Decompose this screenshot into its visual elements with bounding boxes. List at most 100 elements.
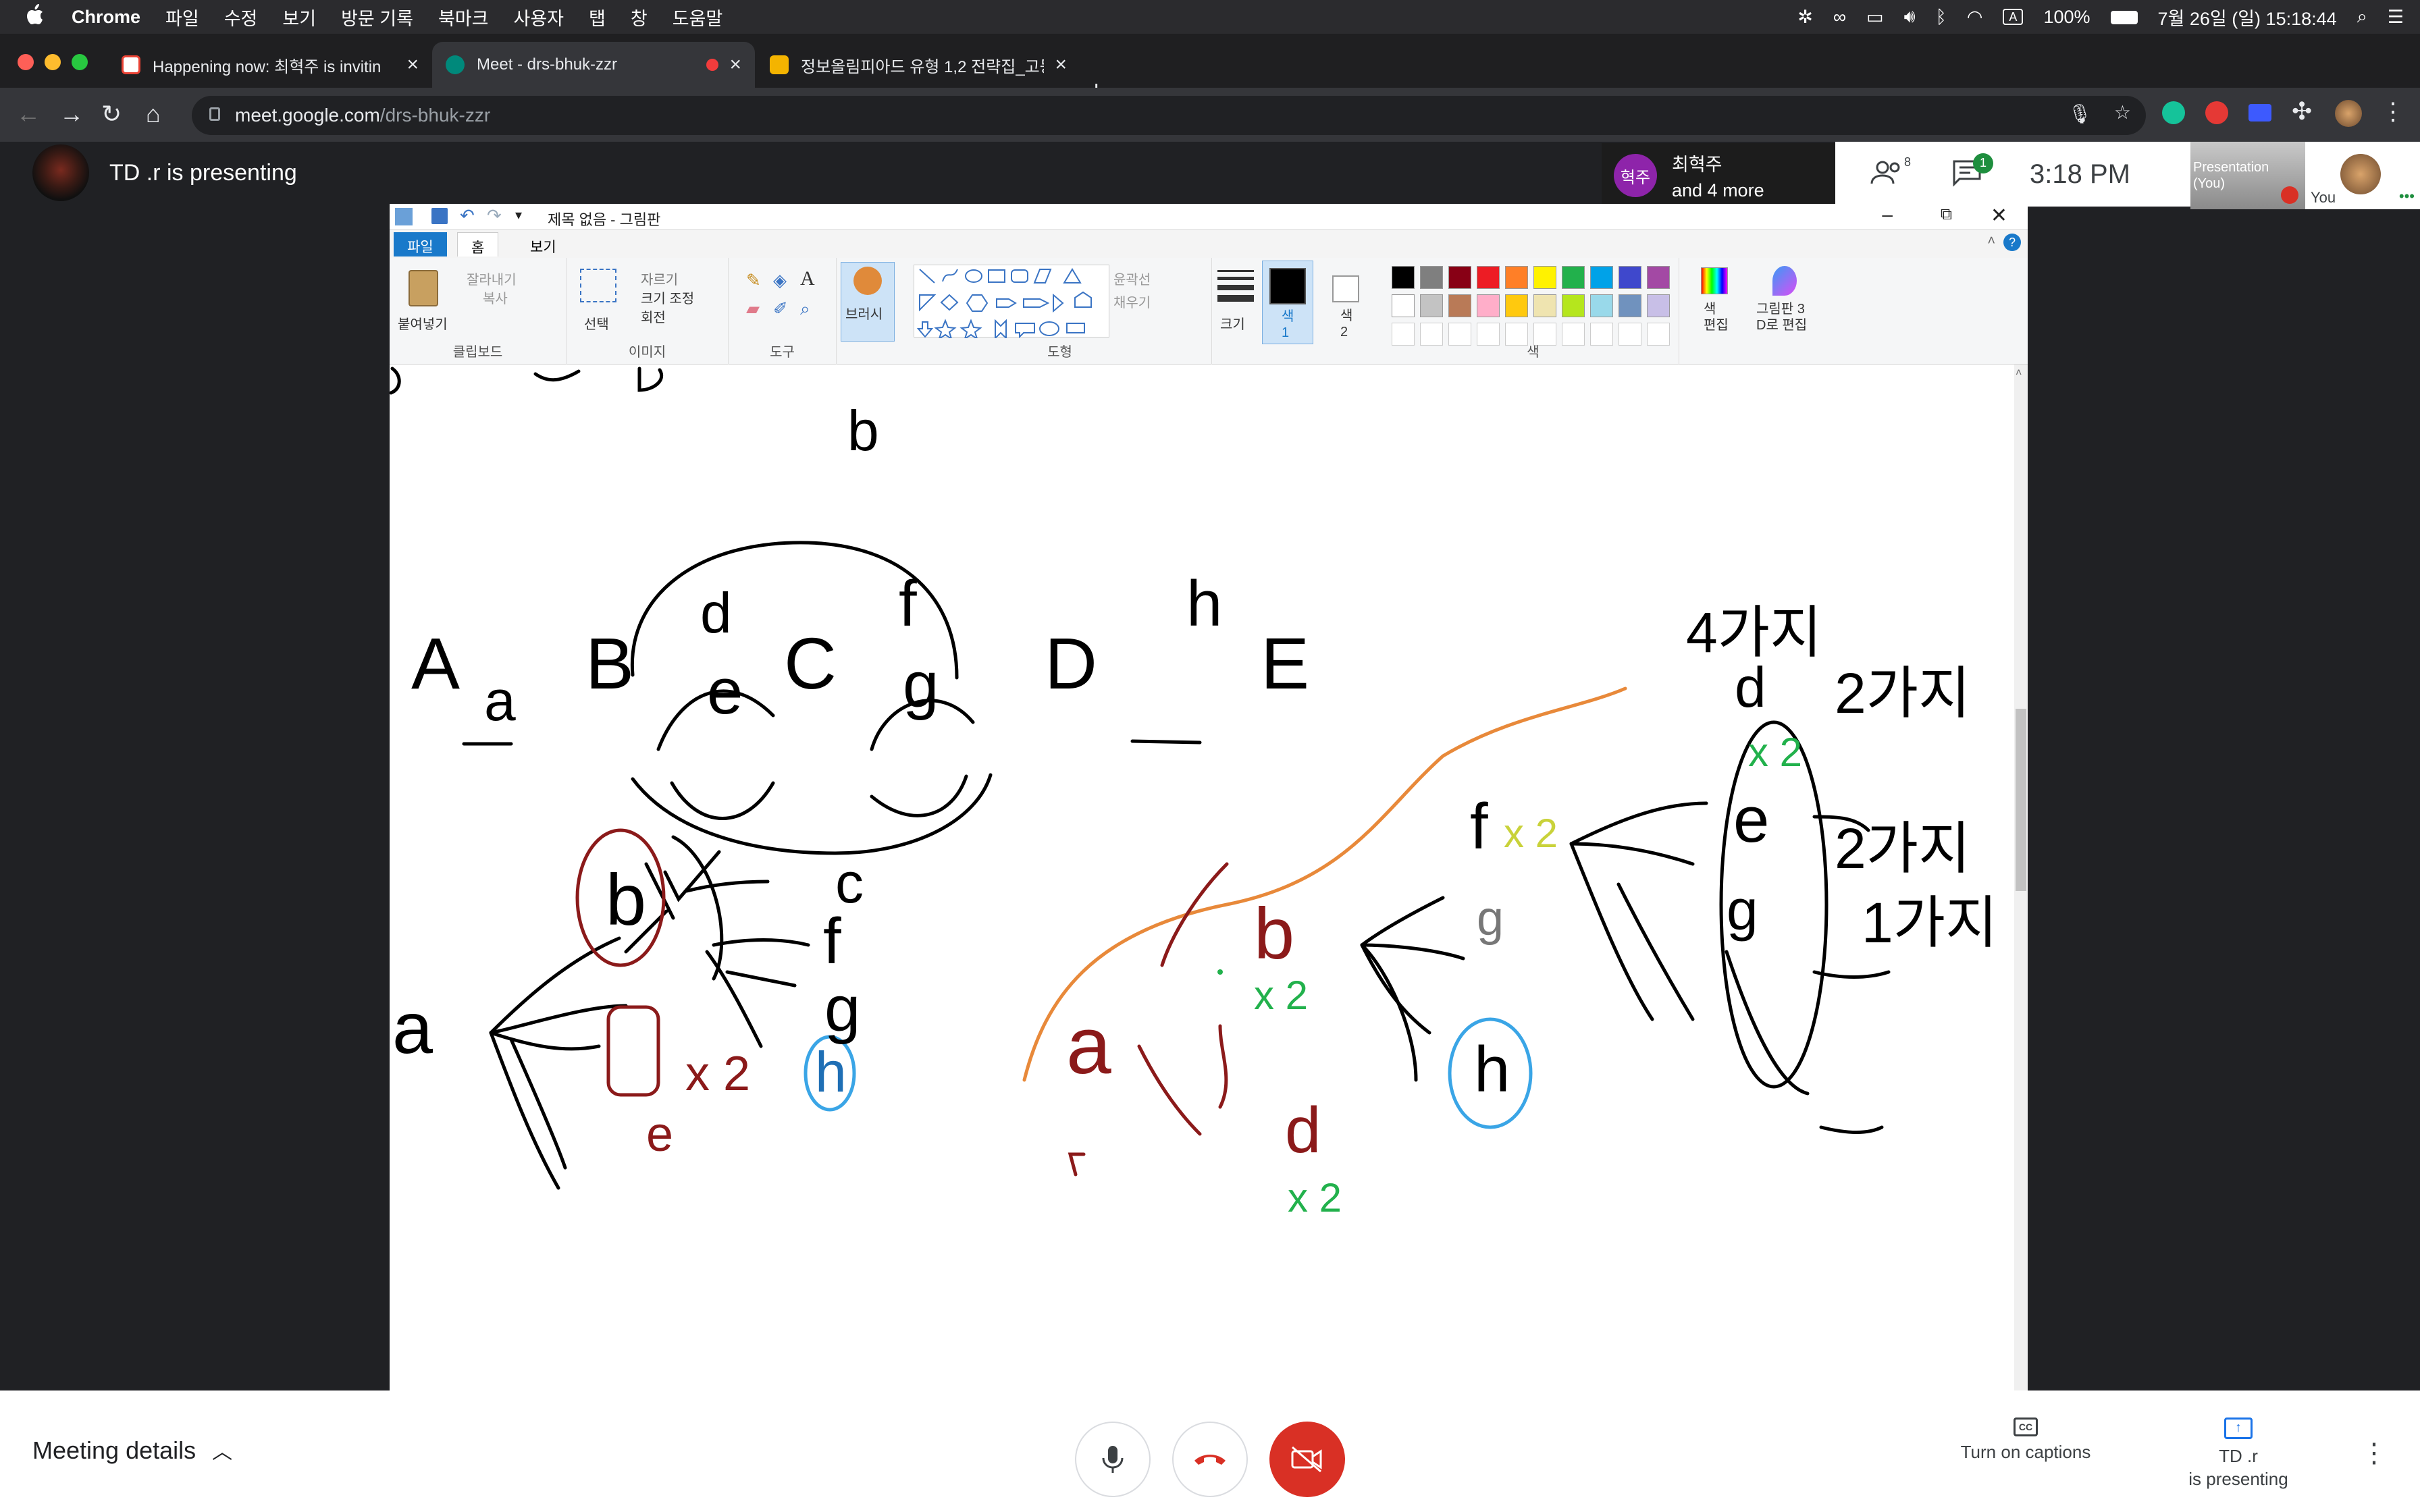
browser-menu-icon[interactable]: ⋮ xyxy=(2381,97,2405,126)
tab-slides[interactable]: 정보올림피아드 유형 1,2 전략집_고등 × xyxy=(756,42,1080,88)
participant-card[interactable]: 혁주 최혁주 and 4 more xyxy=(1602,143,1835,208)
menu-view[interactable]: 보기 xyxy=(282,4,316,30)
palette-swatch[interactable] xyxy=(1590,266,1613,289)
close-tab-icon[interactable]: × xyxy=(729,53,741,76)
bluetooth-icon[interactable]: ᛒ xyxy=(1936,7,1947,28)
copy-button[interactable]: 복사 xyxy=(483,288,508,307)
color-picker-icon[interactable]: ✐ xyxy=(773,298,788,319)
palette-swatch[interactable] xyxy=(1505,294,1528,317)
edit-colors-button[interactable]: 색 편집 xyxy=(1704,301,1729,333)
rotate-button[interactable]: 회전 xyxy=(641,306,666,326)
select-button[interactable]: 선택 xyxy=(584,313,609,333)
apple-icon[interactable] xyxy=(26,3,53,31)
close-tab-icon[interactable]: × xyxy=(406,53,419,76)
menu-bookmarks[interactable]: 북마크 xyxy=(438,4,489,30)
window-minimize-button[interactable] xyxy=(45,54,61,70)
palette-swatch[interactable] xyxy=(1477,266,1500,289)
palette-swatch[interactable] xyxy=(1420,266,1443,289)
input-source-indicator[interactable]: A xyxy=(2003,9,2024,25)
extension-red-icon[interactable] xyxy=(2205,101,2228,124)
scroll-up-icon[interactable]: ˄ xyxy=(2016,367,2022,379)
star-icon[interactable]: ☆ xyxy=(2114,101,2131,124)
palette-swatch[interactable] xyxy=(1562,266,1585,289)
menu-tab[interactable]: 탭 xyxy=(589,4,606,30)
quick-access-dropdown-icon[interactable]: ▾ xyxy=(515,207,522,223)
menu-history[interactable]: 방문 기록 xyxy=(341,4,413,30)
palette-swatch[interactable] xyxy=(1392,294,1415,317)
palette-swatch[interactable] xyxy=(1562,294,1585,317)
wifi-icon[interactable]: ◠ xyxy=(1967,7,1983,28)
eraser-icon[interactable]: ▰ xyxy=(746,298,760,319)
pencil-icon[interactable]: ✎ xyxy=(746,270,761,291)
tab-meet[interactable]: Meet - drs-bhuk-zzr × xyxy=(432,42,755,88)
menu-edit[interactable]: 수정 xyxy=(224,4,258,30)
palette-swatch[interactable] xyxy=(1477,294,1500,317)
drawing-canvas[interactable]: b A a B d e C f g D h E c f g h a b x 2 … xyxy=(390,364,2014,1390)
collapse-ribbon-icon[interactable]: ˄ xyxy=(1987,234,1995,249)
presenting-button[interactable]: ↑ TD .r is presenting xyxy=(2174,1418,2303,1490)
scrollbar-thumb[interactable] xyxy=(2016,709,2026,891)
reload-icon[interactable]: ↻ xyxy=(101,100,122,128)
crop-button[interactable]: 자르기 xyxy=(641,269,678,288)
grammarly-icon[interactable] xyxy=(2162,101,2185,124)
palette-swatch[interactable] xyxy=(1619,294,1641,317)
restore-icon[interactable]: ⧉ xyxy=(1941,205,1952,224)
volume-icon[interactable]: 🔊︎ xyxy=(1904,6,1916,28)
close-icon[interactable]: ✕ xyxy=(1991,204,2007,227)
menu-file[interactable]: 파일 xyxy=(165,4,199,30)
extension-status-icon[interactable]: ✲ xyxy=(1797,7,1813,28)
tab-file[interactable]: 파일 xyxy=(394,232,447,256)
airplay-icon[interactable]: ▭ xyxy=(1866,7,1884,28)
microphone-button[interactable] xyxy=(1075,1422,1151,1497)
undo-icon[interactable]: ↶ xyxy=(460,205,475,226)
window-zoom-button[interactable] xyxy=(72,54,88,70)
fill-button[interactable]: 채우기 xyxy=(1113,292,1151,311)
window-close-button[interactable] xyxy=(18,54,34,70)
camera-button[interactable] xyxy=(1269,1422,1345,1497)
close-tab-icon[interactable]: × xyxy=(1055,53,1067,76)
presentation-tile[interactable]: Presentation (You) xyxy=(2190,142,2305,209)
menu-people[interactable]: 사용자 xyxy=(513,4,564,30)
back-arrow-icon[interactable]: ← xyxy=(16,100,41,128)
palette-swatch[interactable] xyxy=(1448,294,1471,317)
chat-button[interactable]: 1 xyxy=(1951,153,1993,190)
home-icon[interactable]: ⌂ xyxy=(146,100,161,128)
spotlight-icon[interactable]: ⌕ xyxy=(2357,6,2367,28)
rainbow-icon[interactable] xyxy=(1701,267,1728,294)
magnifier-icon[interactable]: ⌕ xyxy=(800,298,810,320)
minimize-icon[interactable]: – xyxy=(1882,204,1893,225)
redo-icon[interactable]: ↷ xyxy=(487,205,502,226)
leave-call-button[interactable] xyxy=(1172,1422,1248,1497)
paint3d-icon[interactable] xyxy=(1772,266,1797,296)
select-icon[interactable] xyxy=(580,269,616,302)
address-bar[interactable]: meet.google.com/drs-bhuk-zzr 🎙︎ ☆ xyxy=(192,96,2146,135)
paint3d-button[interactable]: 그림판 3 D로 편집 xyxy=(1756,301,1807,333)
palette-swatch[interactable] xyxy=(1533,266,1556,289)
control-center-icon[interactable]: ☰ xyxy=(2388,7,2404,28)
extensions-puzzle-icon[interactable]: ✣ xyxy=(2292,97,2312,126)
save-icon[interactable] xyxy=(431,208,448,224)
color2-button[interactable]: 색 2 xyxy=(1321,261,1369,344)
people-button[interactable]: 8 xyxy=(1870,155,1911,190)
color1-button[interactable]: 색 1 xyxy=(1262,261,1313,344)
menu-window[interactable]: 창 xyxy=(631,4,648,30)
meeting-details-button[interactable]: Meeting details ︿ xyxy=(32,1435,232,1465)
glasses-icon[interactable]: ∞ xyxy=(1833,7,1846,28)
profile-avatar[interactable] xyxy=(2335,100,2362,127)
microphone-icon[interactable]: 🎙︎ xyxy=(2068,103,2092,125)
vertical-scrollbar[interactable]: ˄ xyxy=(2014,364,2028,1390)
palette-swatch[interactable] xyxy=(1420,294,1443,317)
battery-icon[interactable] xyxy=(2110,7,2138,28)
more-options-icon[interactable]: ⋮ xyxy=(2361,1438,2388,1469)
captions-button[interactable]: CC Turn on captions xyxy=(1951,1418,2100,1463)
tab-view[interactable]: 보기 xyxy=(517,232,570,256)
palette-swatch[interactable] xyxy=(1448,266,1471,289)
text-tool-icon[interactable]: A xyxy=(800,267,815,290)
palette-swatch[interactable] xyxy=(1590,294,1613,317)
zip-extension-icon[interactable] xyxy=(2248,104,2271,122)
brush-button[interactable]: 브러시 xyxy=(841,262,895,342)
menu-app-name[interactable]: Chrome xyxy=(72,7,140,28)
forward-arrow-icon[interactable]: → xyxy=(59,100,84,128)
outline-button[interactable]: 윤곽선 xyxy=(1113,269,1151,288)
help-icon[interactable]: ? xyxy=(2003,234,2021,251)
